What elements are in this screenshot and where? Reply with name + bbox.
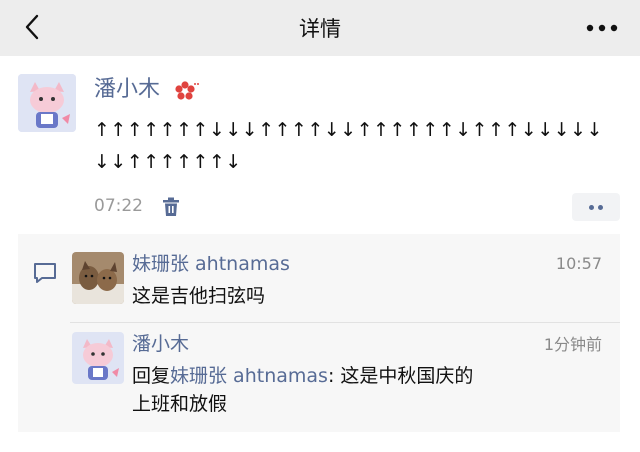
flower-badge-icon xyxy=(175,81,199,100)
comment-time: 10:57 xyxy=(555,254,602,273)
comments-panel: 妹珊张 ahtnamas 10:57 这是吉他扫弦吗 潘小木 1分钟前 回复妹珊… xyxy=(18,234,620,432)
comment-bubble-icon xyxy=(34,263,56,283)
commenter-avatar[interactable] xyxy=(72,252,124,304)
two-dots-icon-left xyxy=(589,205,594,210)
post-author-name[interactable]: 潘小木 xyxy=(94,76,160,104)
reply-time: 1分钟前 xyxy=(543,335,602,354)
reply-prefix: 回复 xyxy=(132,365,171,387)
cat-avatar-illustration xyxy=(72,332,124,384)
post-time: 07:22 xyxy=(94,196,143,216)
page-title: 详情 xyxy=(299,17,341,41)
reply-text-block: 回复妹珊张 ahtnamas: 这是中秋国庆的上班和放假 xyxy=(132,362,492,418)
more-dots-icon[interactable] xyxy=(582,16,622,40)
comment-text: 这是吉他扫弦吗 xyxy=(132,285,266,307)
navbar: 详情 xyxy=(0,0,640,56)
reply-author-avatar[interactable] xyxy=(72,332,124,384)
reply-separator: : xyxy=(327,365,335,387)
comment-author[interactable]: 妹珊张 ahtnamas xyxy=(132,252,290,276)
reply-to-user-link[interactable]: 妹珊张 ahtnamas xyxy=(170,365,328,387)
post-action-button[interactable] xyxy=(572,193,620,221)
post-content: ↑↑↑↑↑↑↑↓↓↓↑↑↑↑↓↓↑↑↑↑↑↑↓↑↑↑↓↓↓↓↓↓↓↑↑↑↑↑↑↓ xyxy=(94,119,604,173)
author-avatar[interactable] xyxy=(18,74,76,132)
comment-divider xyxy=(70,322,620,323)
cat-avatar-illustration xyxy=(18,74,76,132)
two-dots-icon-right xyxy=(598,205,603,210)
cats-photo-avatar xyxy=(72,252,124,304)
trash-icon[interactable] xyxy=(160,196,182,218)
reply-author[interactable]: 潘小木 xyxy=(132,332,189,356)
